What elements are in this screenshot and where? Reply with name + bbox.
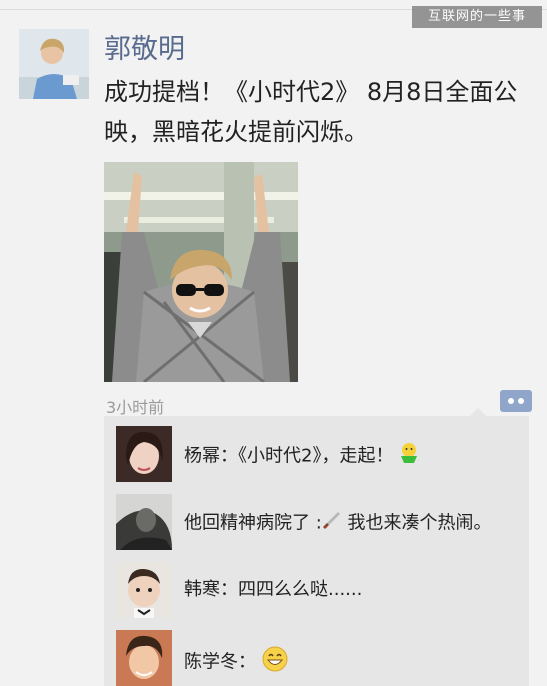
author-name[interactable]: 郭敬明 bbox=[104, 33, 185, 67]
comments-panel: 杨幂：《小时代2》，走起！ 他回精神病院了 : 我也来凑个热闹。 韩寒：四四么么… bbox=[104, 416, 529, 686]
knife-emoji-icon bbox=[322, 510, 342, 537]
commenter-avatar[interactable] bbox=[116, 494, 172, 550]
grin-emoji-icon bbox=[262, 646, 288, 679]
comments-arrow bbox=[470, 408, 486, 416]
post-time: 3小时前 bbox=[106, 398, 165, 417]
commenter-name[interactable]: 韩寒 bbox=[184, 579, 220, 600]
watermark: 互联网的一些事 bbox=[412, 6, 542, 28]
comment-icon[interactable] bbox=[500, 390, 532, 416]
commenter-avatar[interactable] bbox=[116, 426, 172, 482]
author-avatar[interactable] bbox=[19, 29, 89, 99]
cheer-emoji-icon bbox=[399, 442, 419, 471]
commenter-avatar[interactable] bbox=[116, 562, 172, 618]
commenter-name[interactable]: 陈学冬 bbox=[184, 652, 238, 673]
comment-text: 《小时代2》，走起！ bbox=[238, 445, 394, 467]
comment-text: 他回精神病院了 : bbox=[184, 512, 322, 534]
commenter-name[interactable]: 杨幂 bbox=[184, 446, 220, 467]
commenter-avatar[interactable] bbox=[116, 630, 172, 686]
name-separator: ： bbox=[220, 445, 238, 467]
post-text: 成功提档！《小时代2》 8月8日全面公映，黑暗花火提前闪烁。 bbox=[104, 78, 518, 146]
name-separator: ： bbox=[238, 651, 256, 673]
name-separator: ： bbox=[220, 579, 238, 600]
comment-text: 四四么么哒...... bbox=[238, 579, 363, 600]
comment-text-continued: 我也来凑个热闹。 bbox=[341, 512, 492, 534]
post-photo[interactable] bbox=[104, 162, 298, 382]
